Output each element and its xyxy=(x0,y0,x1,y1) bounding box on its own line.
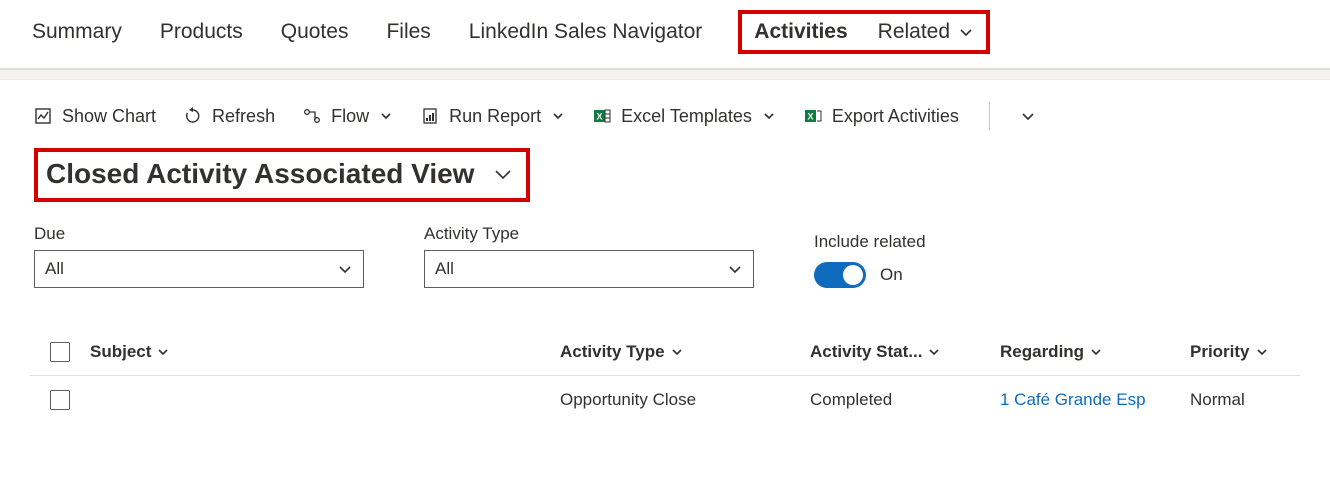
chevron-down-icon xyxy=(1256,346,1268,358)
excel-export-icon: X xyxy=(804,107,822,125)
tab-linkedin[interactable]: LinkedIn Sales Navigator xyxy=(467,16,704,48)
cmd-overflow[interactable] xyxy=(1020,108,1036,124)
filter-activity-type-select[interactable]: All xyxy=(424,250,754,288)
chevron-down-icon xyxy=(157,346,169,358)
tab-files[interactable]: Files xyxy=(384,16,432,48)
filter-activity-type-label: Activity Type xyxy=(424,224,754,244)
chevron-down-icon xyxy=(1090,346,1102,358)
filter-due-label: Due xyxy=(34,224,364,244)
cmd-refresh[interactable]: Refresh xyxy=(184,106,275,127)
filters-row: Due All Activity Type All Include relate… xyxy=(0,202,1330,298)
flow-icon xyxy=(303,107,321,125)
highlight-view-selector: Closed Activity Associated View xyxy=(34,148,530,202)
filter-activity-type-value: All xyxy=(435,259,454,279)
filter-due: Due All xyxy=(34,224,364,288)
chevron-down-icon xyxy=(671,346,683,358)
command-divider xyxy=(989,102,990,130)
filter-due-value: All xyxy=(45,259,64,279)
col-header-priority-label: Priority xyxy=(1190,342,1250,362)
chevron-down-icon xyxy=(337,261,353,277)
chevron-down-icon xyxy=(551,109,565,123)
report-icon xyxy=(421,107,439,125)
toggle-knob xyxy=(843,265,863,285)
col-header-regarding[interactable]: Regarding xyxy=(1000,342,1102,362)
cmd-run-report[interactable]: Run Report xyxy=(421,106,565,127)
filter-include-related-label: Include related xyxy=(814,232,926,252)
include-related-toggle[interactable] xyxy=(814,262,866,288)
cmd-export-activities[interactable]: X Export Activities xyxy=(804,106,959,127)
cmd-flow[interactable]: Flow xyxy=(303,106,393,127)
chevron-down-icon xyxy=(928,346,940,358)
grid-header-row: Subject Activity Type Activity Stat... R… xyxy=(30,328,1300,376)
activities-grid: Subject Activity Type Activity Stat... R… xyxy=(0,298,1330,424)
select-all-checkbox[interactable] xyxy=(50,342,70,362)
filter-due-select[interactable]: All xyxy=(34,250,364,288)
cmd-export-activities-label: Export Activities xyxy=(832,106,959,127)
cell-activity-status: Completed xyxy=(810,390,1000,410)
col-header-regarding-label: Regarding xyxy=(1000,342,1084,362)
chevron-down-icon xyxy=(762,109,776,123)
col-header-priority[interactable]: Priority xyxy=(1190,342,1268,362)
tab-related-label: Related xyxy=(878,20,950,44)
cmd-show-chart-label: Show Chart xyxy=(62,106,156,127)
cell-activity-type: Opportunity Close xyxy=(560,390,810,410)
cmd-excel-templates[interactable]: X Excel Templates xyxy=(593,106,776,127)
filter-include-related: Include related On xyxy=(814,232,926,288)
col-header-activity-status-label: Activity Stat... xyxy=(810,342,922,362)
cell-regarding-link[interactable]: 1 Café Grande Esp xyxy=(1000,390,1190,410)
cmd-run-report-label: Run Report xyxy=(449,106,541,127)
tab-products[interactable]: Products xyxy=(158,16,245,48)
view-title[interactable]: Closed Activity Associated View xyxy=(46,158,474,190)
row-checkbox[interactable] xyxy=(50,390,70,410)
col-header-activity-type-label: Activity Type xyxy=(560,342,665,362)
chevron-down-icon xyxy=(1020,108,1036,124)
table-row[interactable]: Opportunity Close Completed 1 Café Grand… xyxy=(30,376,1300,424)
cmd-refresh-label: Refresh xyxy=(212,106,275,127)
tab-quotes[interactable]: Quotes xyxy=(279,16,351,48)
tab-related[interactable]: Related xyxy=(876,16,976,48)
tab-summary[interactable]: Summary xyxy=(30,16,124,48)
chart-icon xyxy=(34,107,52,125)
cmd-excel-templates-label: Excel Templates xyxy=(621,106,752,127)
cell-priority: Normal xyxy=(1190,390,1300,410)
chevron-down-icon xyxy=(958,24,974,40)
svg-text:X: X xyxy=(807,112,813,122)
cmd-show-chart[interactable]: Show Chart xyxy=(34,106,156,127)
col-header-activity-status[interactable]: Activity Stat... xyxy=(810,342,940,362)
command-bar: Show Chart Refresh Flow Run Report X Exc… xyxy=(0,80,1330,138)
refresh-icon xyxy=(184,107,202,125)
chevron-down-icon[interactable] xyxy=(492,163,514,185)
svg-text:X: X xyxy=(597,112,603,122)
chevron-down-icon xyxy=(727,261,743,277)
tab-activities[interactable]: Activities xyxy=(752,16,849,48)
divider-strip xyxy=(0,70,1330,80)
cmd-flow-label: Flow xyxy=(331,106,369,127)
include-related-value: On xyxy=(880,265,903,285)
chevron-down-icon xyxy=(379,109,393,123)
view-selector-row: Closed Activity Associated View xyxy=(0,138,1330,202)
filter-activity-type: Activity Type All xyxy=(424,224,754,288)
highlight-activities-related: Activities Related xyxy=(738,10,990,54)
col-header-activity-type[interactable]: Activity Type xyxy=(560,342,683,362)
record-tabs: Summary Products Quotes Files LinkedIn S… xyxy=(0,0,1330,70)
col-header-subject[interactable]: Subject xyxy=(90,342,169,362)
col-header-subject-label: Subject xyxy=(90,342,151,362)
excel-icon: X xyxy=(593,107,611,125)
